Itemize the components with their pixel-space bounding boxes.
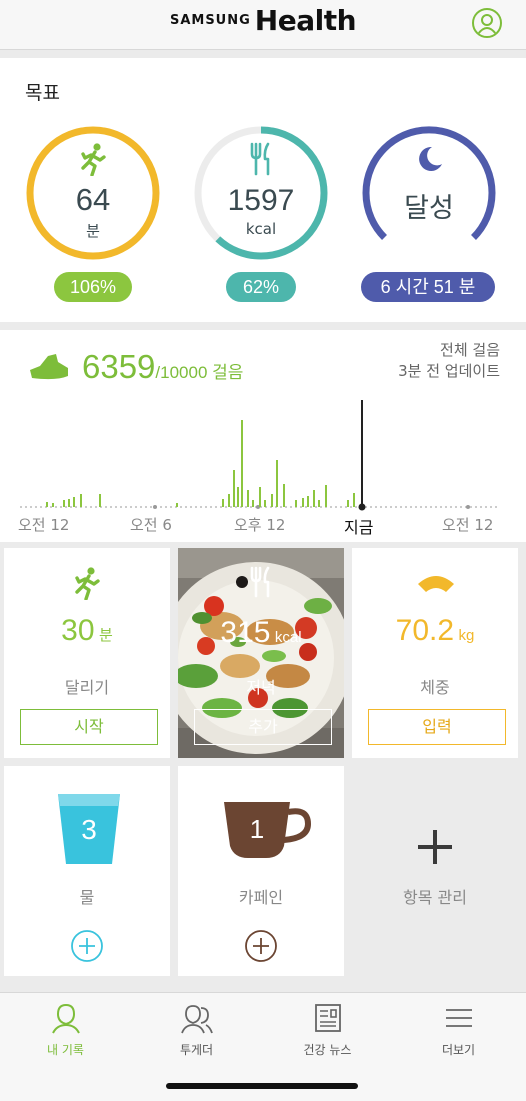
app-logo: SAMSUNG Health [0, 4, 526, 37]
step-activity-bars [46, 420, 355, 507]
dinner-tile[interactable]: 315 kcal 저녁 추가 [178, 548, 344, 758]
nav-label-my-records: 내 기록 [47, 1043, 84, 1057]
caffeine-label: 카페인 [238, 888, 284, 907]
steps-info: 전체 걸음 3분 전 업데이트 [398, 340, 500, 382]
axis-label-noon: 오후 12 [234, 516, 286, 534]
water-count: 3 [81, 814, 97, 845]
running-value: 30 [61, 614, 95, 647]
nav-label-more: 더보기 [441, 1043, 476, 1057]
dinner-value: 315 [220, 616, 271, 649]
weight-unit: kg [458, 627, 475, 644]
activity-goal-ring[interactable]: 64 분 [24, 124, 162, 262]
steps-target: /10000 걸음 [155, 363, 244, 382]
moon-icon [419, 146, 442, 171]
water-label: 물 [79, 888, 95, 907]
profile-icon [477, 14, 497, 35]
running-start-button[interactable]: 시작 [20, 709, 158, 745]
axis-label-now: 지금 [344, 518, 374, 537]
timeline-tick-midnight [466, 505, 470, 509]
running-icon [75, 567, 100, 600]
running-tile[interactable]: 30 분 달리기 시작 [4, 548, 170, 758]
running-stat: 30 분 [4, 614, 170, 648]
goals-title: 목표 [25, 82, 60, 104]
sleep-status: 달성 [404, 193, 454, 224]
plus-icon [418, 830, 452, 864]
manage-items-label: 항목 관리 [403, 888, 467, 907]
steps-card[interactable]: 6359/10000 걸음 전체 걸음 3분 전 업데이트 오전 12 오전 6… [0, 330, 526, 542]
steps-summary: 6359/10000 걸음 [82, 348, 243, 386]
brand-health: Health [254, 4, 357, 37]
fork-knife-icon [250, 142, 270, 176]
newspaper-icon [314, 1004, 341, 1032]
nav-item-together[interactable]: 투게더 [131, 993, 262, 1063]
dinner-stat: 315 kcal [178, 616, 344, 650]
caffeine-tile[interactable]: 1 카페인 [178, 766, 344, 976]
nav-label-health-news: 건강 뉴스 [303, 1043, 352, 1057]
caffeine-count: 1 [249, 814, 265, 844]
weight-tile[interactable]: 70.2 kg 체중 입력 [352, 548, 518, 758]
steps-updated: 3분 전 업데이트 [398, 362, 500, 380]
sleep-goal-ring[interactable]: 달성 [360, 124, 498, 262]
weight-stat: 70.2 kg [352, 614, 518, 648]
running-label: 달리기 [64, 678, 110, 697]
dinner-unit: kcal [274, 629, 302, 646]
manage-items-tile[interactable]: 항목 관리 [352, 766, 518, 976]
sleep-duration-badge: 6 시간 51 분 [361, 272, 495, 302]
running-icon [81, 143, 106, 176]
goals-card[interactable]: 목표 64 분 106% 1597 kcal 62% 달성 6 시간 51 분 [0, 58, 526, 322]
scale-icon [418, 576, 454, 592]
timeline-tick-6am [153, 505, 157, 509]
axis-label-midnight-start: 오전 12 [18, 516, 70, 534]
profile-button[interactable] [472, 8, 502, 38]
food-percent-badge: 62% [226, 272, 296, 302]
food-goal-ring[interactable]: 1597 kcal [192, 124, 330, 262]
food-value: 1597 [227, 184, 295, 217]
dinner-add-button[interactable]: 추가 [194, 709, 332, 745]
app-header: SAMSUNG Health [0, 0, 526, 50]
steps-count: 6359 [82, 348, 156, 385]
activity-unit: 분 [86, 222, 100, 240]
water-add-button[interactable] [70, 929, 104, 963]
nav-item-health-news[interactable]: 건강 뉴스 [262, 993, 393, 1063]
home-indicator[interactable] [166, 1083, 358, 1089]
food-unit: kcal [245, 220, 277, 238]
brand-samsung: SAMSUNG [169, 13, 251, 28]
people-icon [180, 1005, 213, 1034]
shoe-icon [30, 354, 68, 380]
weight-value: 70.2 [395, 614, 455, 647]
dinner-label: 저녁 [246, 678, 276, 697]
running-unit: 분 [99, 627, 113, 644]
axis-label-midnight-end: 오전 12 [442, 516, 494, 534]
weight-input-button[interactable]: 입력 [368, 709, 506, 745]
steps-scope: 전체 걸음 [440, 341, 500, 359]
nav-label-together: 투게더 [179, 1043, 214, 1057]
caffeine-add-button[interactable] [244, 929, 278, 963]
now-marker-dot [358, 503, 366, 511]
steps-timeline-chart [20, 400, 500, 511]
activity-value: 64 [75, 182, 111, 217]
menu-icon [445, 1009, 472, 1027]
activity-percent-badge: 106% [54, 272, 132, 302]
nav-item-more[interactable]: 더보기 [393, 993, 524, 1063]
fork-knife-icon [250, 566, 270, 598]
person-icon [51, 1003, 80, 1034]
weight-label: 체중 [420, 678, 450, 697]
axis-label-6am: 오전 6 [130, 516, 172, 534]
nav-item-my-records[interactable]: 내 기록 [0, 993, 131, 1063]
water-tile[interactable]: 3 물 [4, 766, 170, 976]
